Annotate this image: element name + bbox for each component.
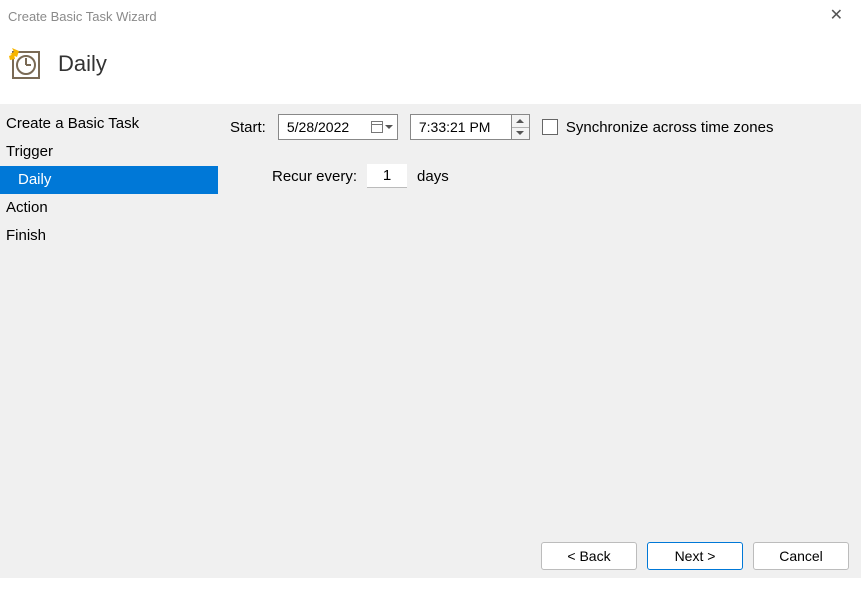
start-row: Start: 5/28/2022 7:33:21 PM Synchronize … <box>230 114 849 140</box>
wizard-content: Start: 5/28/2022 7:33:21 PM Synchronize … <box>218 104 861 534</box>
titlebar: Create Basic Task Wizard ✕ <box>0 0 861 32</box>
calendar-icon <box>371 121 383 133</box>
sidebar-item-label: Trigger <box>6 143 53 160</box>
sidebar-item-label: Action <box>6 199 48 216</box>
sidebar-item-create-basic-task[interactable]: Create a Basic Task <box>0 110 218 138</box>
window-title: Create Basic Task Wizard <box>8 9 157 24</box>
sync-timezones-label: Synchronize across time zones <box>566 119 774 136</box>
cancel-button[interactable]: Cancel <box>753 542 849 570</box>
chevron-down-icon <box>516 131 524 135</box>
wizard-body: Create a Basic Task Trigger Daily Action… <box>0 104 861 534</box>
sidebar-item-label: Daily <box>18 171 51 188</box>
chevron-up-icon <box>516 119 524 123</box>
start-label: Start: <box>230 119 266 136</box>
start-time-field[interactable]: 7:33:21 PM <box>410 114 530 140</box>
date-picker-toggle[interactable] <box>371 121 393 133</box>
sidebar-item-trigger[interactable]: Trigger <box>0 138 218 166</box>
wizard-steps-sidebar: Create a Basic Task Trigger Daily Action… <box>0 104 218 534</box>
time-spinner <box>511 115 529 139</box>
sidebar-item-daily[interactable]: Daily <box>0 166 218 194</box>
spinner-up-button[interactable] <box>512 115 529 128</box>
start-date-field[interactable]: 5/28/2022 <box>278 114 398 140</box>
close-icon[interactable]: ✕ <box>824 4 849 28</box>
start-date-value: 5/28/2022 <box>287 119 349 135</box>
wizard-footer: < Back Next > Cancel <box>0 534 861 578</box>
sync-timezones-checkbox[interactable] <box>542 119 558 135</box>
next-button[interactable]: Next > <box>647 542 743 570</box>
wizard-header: Daily <box>0 32 861 104</box>
chevron-down-icon <box>385 125 393 129</box>
sidebar-item-label: Create a Basic Task <box>6 115 139 132</box>
back-button[interactable]: < Back <box>541 542 637 570</box>
spinner-down-button[interactable] <box>512 128 529 140</box>
sidebar-item-finish[interactable]: Finish <box>0 222 218 250</box>
page-title: Daily <box>58 51 107 77</box>
recur-row: Recur every: days <box>272 164 849 188</box>
recur-unit-label: days <box>417 168 449 185</box>
start-time-value: 7:33:21 PM <box>419 119 491 135</box>
recur-label: Recur every: <box>272 168 357 185</box>
sidebar-item-label: Finish <box>6 227 46 244</box>
recur-interval-input[interactable] <box>367 164 407 188</box>
task-clock-icon <box>8 46 44 82</box>
sidebar-item-action[interactable]: Action <box>0 194 218 222</box>
sync-timezones-row: Synchronize across time zones <box>542 119 774 136</box>
